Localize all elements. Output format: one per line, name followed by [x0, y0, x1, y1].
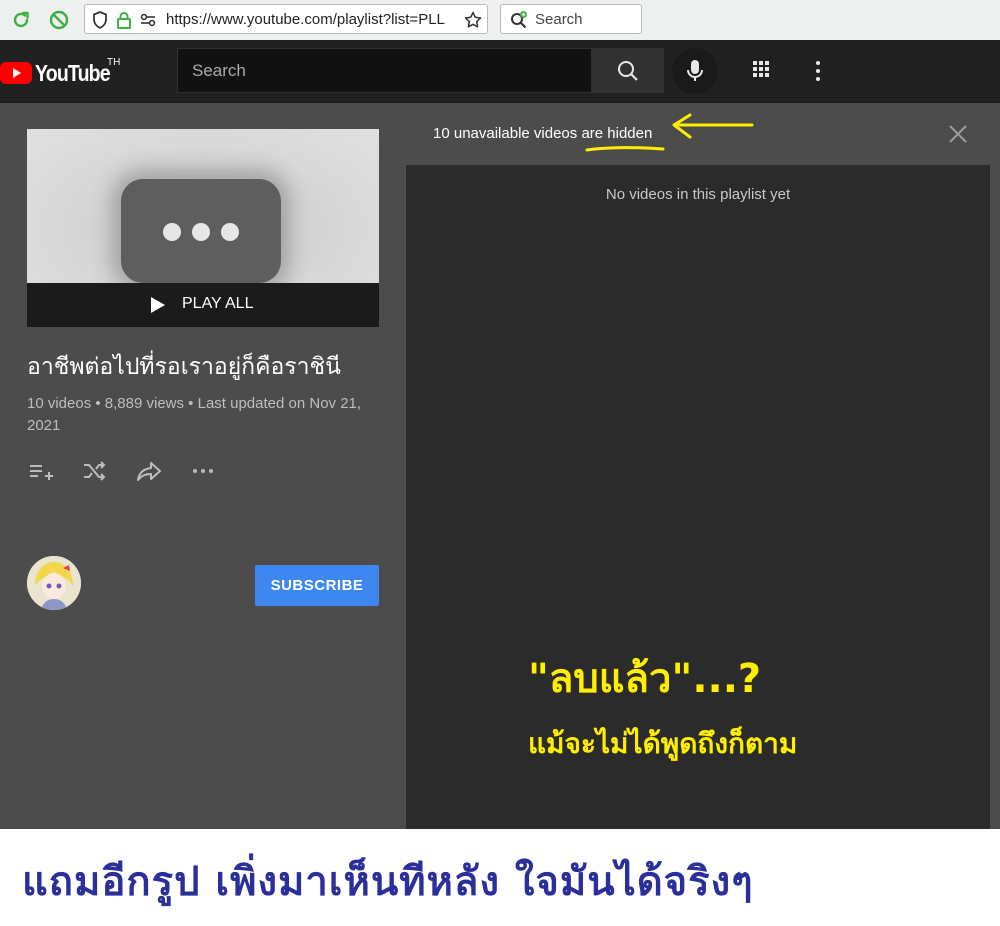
empty-playlist-message: No videos in this playlist yet [605, 186, 791, 203]
bookmark-star-icon[interactable] [463, 10, 483, 30]
play-all-label: PLAY ALL [182, 295, 254, 312]
anime-avatar-icon [27, 556, 81, 610]
annotation-underline [585, 146, 665, 152]
play-icon [151, 297, 165, 313]
url-text: https://www.youtube.com/playlist?list=PL… [166, 11, 445, 28]
voice-search-button[interactable] [672, 48, 718, 94]
playlist-stats: 10 videos • 8,889 views • Last updated o… [27, 395, 362, 434]
playlist-sidebar: PLAY ALL อาชีพต่อไปที่รอเราอยู่ก็คือราชิ… [0, 103, 406, 829]
search-icon [511, 11, 527, 29]
bottom-caption-bar: แถมอีกรูป เพิ่งมาเห็นทีหลัง ใจมันได้จริง… [0, 829, 1000, 926]
youtube-logo[interactable]: YouTube TH [0, 57, 130, 87]
country-code: TH [107, 57, 121, 68]
annotation-arrow [672, 113, 754, 139]
youtube-search-button[interactable] [592, 48, 664, 93]
more-actions-icon[interactable] [189, 457, 217, 485]
play-all-button[interactable]: PLAY ALL [27, 283, 379, 327]
permissions-icon[interactable] [138, 10, 158, 30]
browser-toolbar: https://www.youtube.com/playlist?list=PL… [0, 0, 1000, 41]
bottom-caption-text: แถมอีกรูป เพิ่งมาเห็นทีหลัง ใจมันได้จริง… [22, 859, 754, 905]
reload-icon[interactable] [10, 9, 32, 31]
lock-icon[interactable] [114, 10, 134, 30]
shield-icon[interactable] [90, 10, 110, 30]
add-to-queue-icon[interactable] [27, 457, 55, 485]
dot [163, 223, 181, 241]
youtube-header: YouTube TH Search [0, 40, 1000, 103]
microphone-icon [687, 60, 703, 81]
deleted-question-caption: "ลบแล้ว"...? [528, 656, 762, 702]
dot [221, 223, 239, 241]
channel-avatar[interactable] [27, 556, 81, 610]
hidden-videos-notice: 10 unavailable videos are hidden [433, 125, 653, 142]
not-mentioned-caption: แม้จะไม่ได้พูดถึงก็ตาม [528, 727, 798, 760]
youtube-search-input[interactable]: Search [177, 48, 592, 93]
search-placeholder: Search [192, 61, 246, 80]
search-icon [618, 61, 638, 81]
placeholder-video-icon [121, 179, 281, 283]
stop-icon[interactable] [48, 9, 70, 31]
browser-search-label: Search [535, 11, 583, 28]
playlist-title: อาชีพต่อไปที่รอเราอยู่ก็คือราชินี [27, 354, 341, 380]
apps-grid-icon[interactable] [750, 58, 776, 84]
dot [192, 223, 210, 241]
close-icon[interactable] [947, 123, 969, 145]
browser-search-box[interactable]: Search [500, 4, 642, 34]
address-bar[interactable]: https://www.youtube.com/playlist?list=PL… [84, 4, 488, 34]
share-icon[interactable] [135, 457, 163, 485]
more-options-icon[interactable] [806, 58, 830, 84]
youtube-logo-text: YouTube [35, 60, 111, 86]
scrollbar-track[interactable] [990, 103, 1000, 829]
shuffle-icon[interactable] [81, 457, 109, 485]
youtube-play-icon [0, 62, 32, 84]
subscribe-button[interactable]: SUBSCRIBE [255, 565, 379, 606]
